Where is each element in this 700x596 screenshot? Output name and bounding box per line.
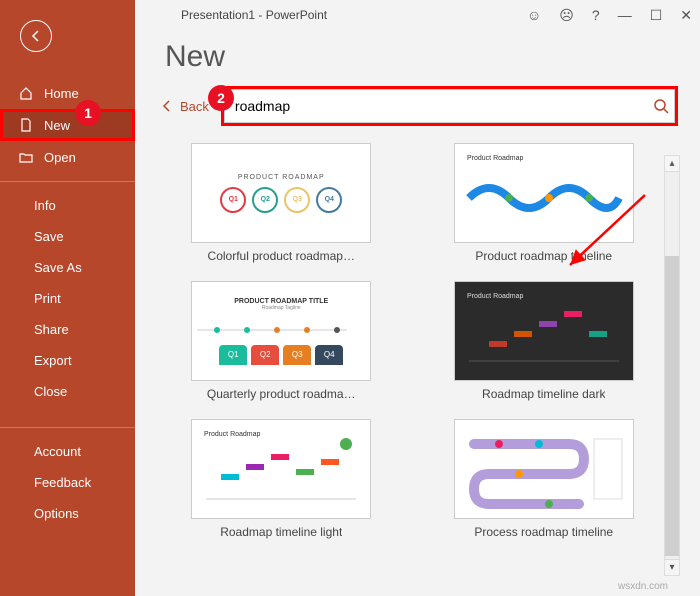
sidebar-item-new[interactable]: New — [0, 109, 135, 141]
template-card[interactable]: Product Roadmap Roadmap timeline light — [165, 419, 398, 539]
maximize-button[interactable]: ☐ — [650, 7, 663, 24]
template-label: Process roadmap timeline — [474, 525, 613, 539]
template-card[interactable]: PRODUCT ROADMAP TITLE Roadmap Tagline Q1… — [165, 281, 398, 401]
scroll-up-button[interactable]: ▴ — [665, 156, 679, 172]
page-title: New — [165, 40, 700, 74]
sidebar-label: New — [44, 118, 70, 133]
template-card[interactable]: Process roadmap timeline — [428, 419, 661, 539]
home-icon — [18, 85, 34, 101]
sidebar-divider — [0, 181, 135, 182]
sidebar-item-save-as[interactable]: Save As — [0, 252, 135, 283]
annotation-arrow-icon — [560, 190, 650, 280]
template-thumbnail: PRODUCT ROADMAP Q1 Q2 Q3 Q4 — [191, 143, 371, 243]
sidebar-item-open[interactable]: Open — [0, 141, 135, 173]
document-icon — [18, 117, 34, 133]
svg-text:Product Roadmap: Product Roadmap — [204, 431, 261, 438]
sidebar-item-account[interactable]: Account — [0, 436, 135, 467]
template-thumbnail: Product Roadmap — [191, 419, 371, 519]
title-bar: Presentation1 - PowerPoint ☺ ☹ ? — ☐ ✕ — [135, 0, 700, 30]
search-input[interactable] — [224, 89, 675, 123]
sidebar-item-home[interactable]: Home — [0, 77, 135, 109]
sidebar-item-feedback[interactable]: Feedback — [0, 467, 135, 498]
sidebar-item-save[interactable]: Save — [0, 221, 135, 252]
help-icon[interactable]: ? — [592, 7, 600, 23]
arrow-left-icon — [160, 99, 174, 113]
sidebar-item-share[interactable]: Share — [0, 314, 135, 345]
svg-text:Product Roadmap: Product Roadmap — [467, 293, 524, 300]
face-frown-icon[interactable]: ☹ — [559, 7, 574, 24]
search-back-button[interactable]: Back — [160, 99, 209, 114]
template-card[interactable]: PRODUCT ROADMAP Q1 Q2 Q3 Q4 Colorful pro… — [165, 143, 398, 263]
annotation-callout-2: 2 — [208, 85, 234, 111]
template-thumbnail: PRODUCT ROADMAP TITLE Roadmap Tagline Q1… — [191, 281, 371, 381]
template-label: Roadmap timeline light — [220, 525, 342, 539]
template-label: Colorful product roadmap… — [208, 249, 355, 263]
close-window-button[interactable]: ✕ — [680, 7, 692, 24]
folder-open-icon — [18, 149, 34, 165]
back-button[interactable] — [20, 20, 52, 52]
face-smile-icon[interactable]: ☺ — [527, 7, 541, 23]
sidebar-item-info[interactable]: Info — [0, 190, 135, 221]
watermark: wsxdn.com — [618, 581, 668, 592]
template-card[interactable]: Product Roadmap Roadmap timeline dark — [428, 281, 661, 401]
scroll-down-button[interactable]: ▾ — [665, 559, 679, 575]
template-thumbnail: Product Roadmap — [454, 281, 634, 381]
arrow-left-icon — [28, 28, 44, 44]
sidebar-item-options[interactable]: Options — [0, 498, 135, 529]
sidebar-divider — [0, 427, 135, 428]
svg-text:Product Roadmap: Product Roadmap — [467, 155, 524, 162]
minimize-button[interactable]: — — [618, 7, 632, 23]
template-thumbnail — [454, 419, 634, 519]
sidebar-label: Home — [44, 86, 79, 101]
backstage-sidebar: Home New Open Info Save Save As Print Sh… — [0, 0, 135, 596]
scrollbar[interactable]: ▴ ▾ — [664, 155, 680, 576]
search-container — [224, 89, 675, 123]
template-label: Quarterly product roadma… — [207, 387, 356, 401]
annotation-callout-1: 1 — [75, 100, 101, 126]
sidebar-item-close[interactable]: Close — [0, 376, 135, 407]
sidebar-item-export[interactable]: Export — [0, 345, 135, 376]
sidebar-item-print[interactable]: Print — [0, 283, 135, 314]
sidebar-label: Open — [44, 150, 76, 165]
search-back-label: Back — [180, 99, 209, 114]
search-icon[interactable] — [653, 98, 669, 114]
window-title: Presentation1 - PowerPoint — [181, 8, 327, 22]
template-label: Roadmap timeline dark — [482, 387, 605, 401]
scroll-thumb[interactable] — [665, 256, 679, 556]
